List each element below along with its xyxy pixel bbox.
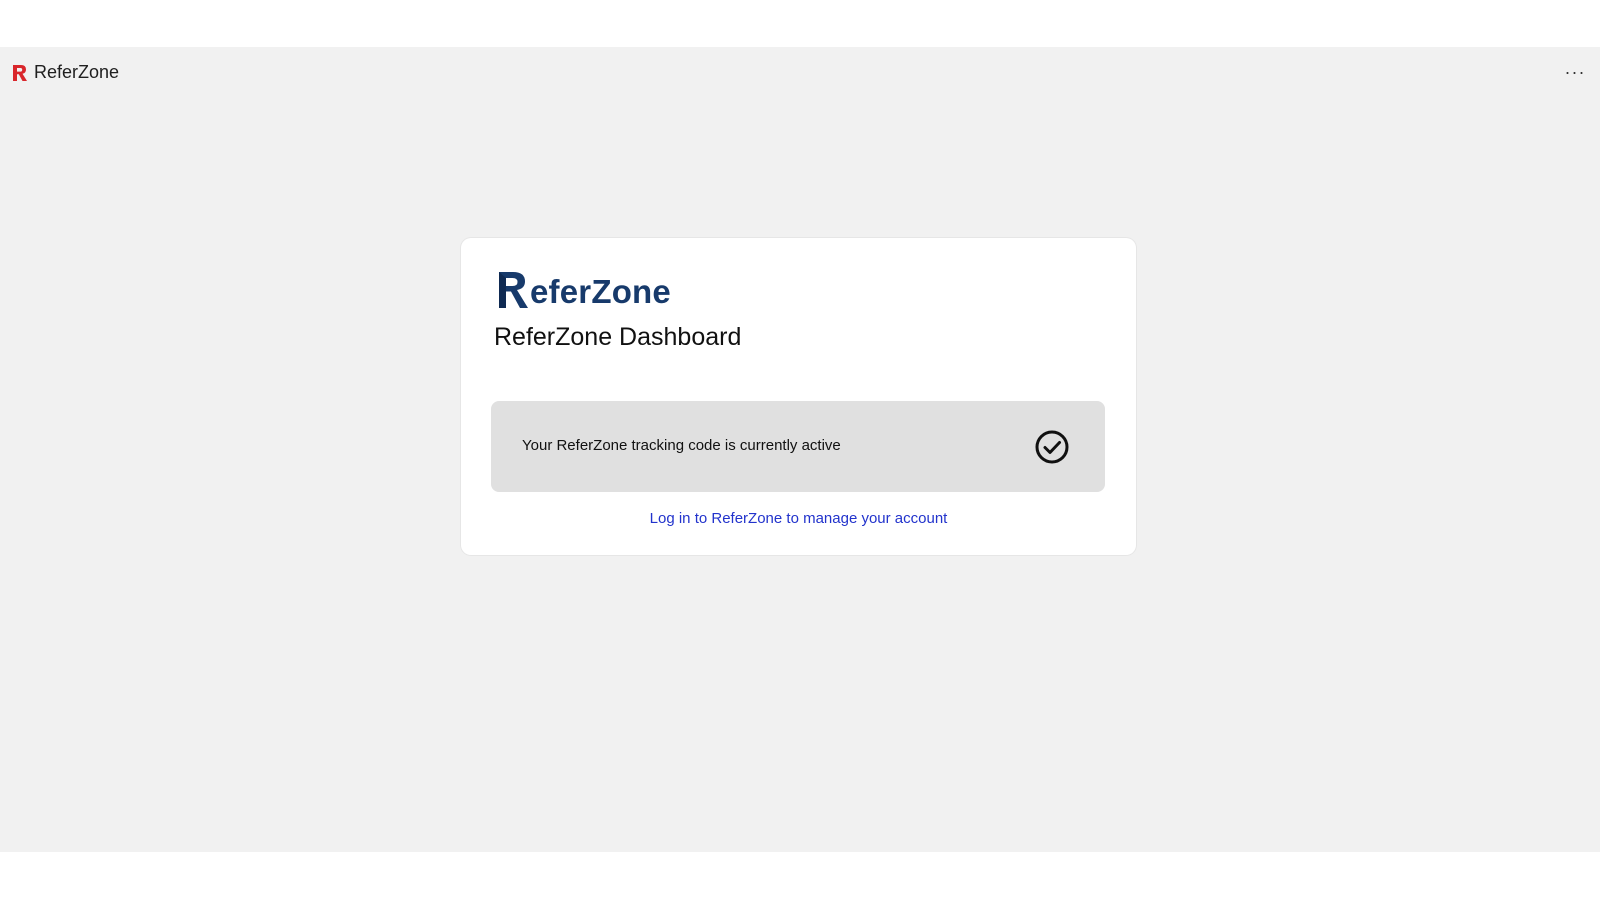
referzone-app-icon — [12, 64, 28, 82]
title-bar: ReferZone ··· — [0, 47, 1600, 99]
ellipsis-icon: ··· — [1564, 61, 1586, 82]
logo-wordmark: eferZone — [530, 273, 671, 310]
page-title: ReferZone Dashboard — [494, 323, 742, 351]
app-window: ReferZone ··· eferZone ReferZone Dashboa… — [0, 47, 1600, 852]
dashboard-card: eferZone ReferZone Dashboard Your ReferZ… — [461, 238, 1136, 555]
referzone-logo: eferZone — [497, 269, 671, 309]
status-panel: Your ReferZone tracking code is currentl… — [491, 401, 1105, 492]
logo-r-mark — [499, 272, 528, 308]
login-manage-account-link[interactable]: Log in to ReferZone to manage your accou… — [461, 510, 1136, 528]
more-options-button[interactable]: ··· — [1562, 61, 1588, 83]
app-title: ReferZone — [34, 62, 120, 82]
status-message: Your ReferZone tracking code is currentl… — [522, 437, 841, 454]
check-circle-icon — [1035, 430, 1069, 464]
